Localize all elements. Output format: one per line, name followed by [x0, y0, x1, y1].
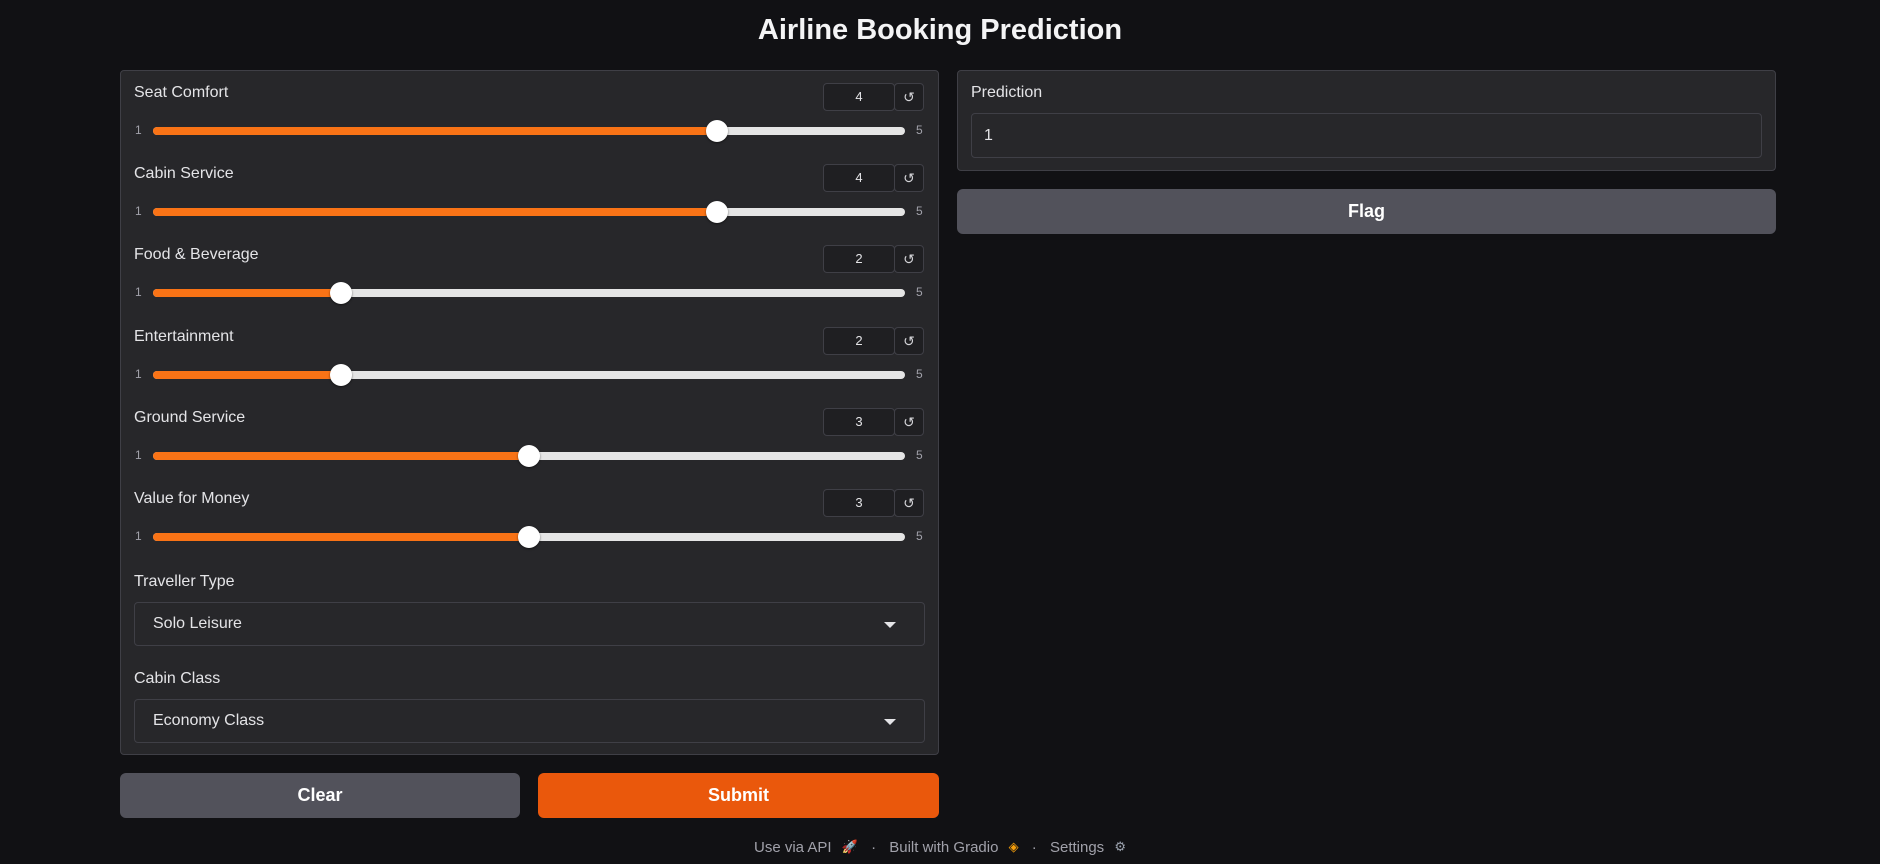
slider-number-input[interactable]: 3	[823, 408, 895, 436]
prediction-label: Prediction	[971, 84, 1043, 101]
slider-thumb[interactable]	[706, 201, 728, 223]
slider-food-beverage: Food & Beverage 2 ↺ 1 5	[121, 233, 938, 313]
slider-number-input[interactable]: 4	[823, 164, 895, 192]
flag-button[interactable]: Flag	[957, 189, 1776, 234]
dropdown-value: Economy Class	[153, 712, 265, 729]
slider-entertainment: Entertainment 2 ↺ 1 5	[121, 315, 938, 395]
slider-track[interactable]	[153, 445, 905, 467]
footer-separator: ·	[871, 838, 877, 856]
reset-icon[interactable]: ↺	[894, 489, 924, 517]
output-panel: Prediction 1	[957, 70, 1776, 171]
slider-ground-service: Ground Service 3 ↺ 1 5	[121, 396, 938, 476]
traveller-type-dropdown[interactable]: Solo Leisure	[134, 602, 925, 646]
use-via-api-link[interactable]: Use via API	[754, 839, 832, 856]
slider-track[interactable]	[153, 120, 905, 142]
slider-thumb[interactable]	[518, 526, 540, 548]
slider-fill	[153, 533, 529, 541]
prediction-output[interactable]: 1	[971, 113, 1762, 158]
clear-button[interactable]: Clear	[120, 773, 520, 818]
caret-down-icon	[884, 622, 896, 628]
page-title: Airline Booking Prediction	[757, 14, 1123, 46]
slider-fill	[153, 208, 717, 216]
slider-fill	[153, 127, 717, 135]
cabin-class-label: Cabin Class	[134, 670, 221, 687]
slider-label: Value for Money	[134, 490, 250, 507]
slider-min-label: 1	[135, 123, 142, 137]
slider-label: Seat Comfort	[134, 84, 229, 101]
reset-icon[interactable]: ↺	[894, 408, 924, 436]
cabin-class-dropdown[interactable]: Economy Class	[134, 699, 925, 743]
reset-icon[interactable]: ↺	[894, 327, 924, 355]
traveller-type-label: Traveller Type	[134, 573, 235, 590]
slider-number-input[interactable]: 4	[823, 83, 895, 111]
prediction-value: 1	[984, 127, 993, 144]
inputs-panel: Seat Comfort 4 ↺ 1 5 Cabin Service 4 ↺ 1…	[120, 70, 939, 755]
gear-icon: ⚙	[1114, 839, 1126, 855]
slider-label: Cabin Service	[134, 165, 234, 182]
slider-fill	[153, 289, 341, 297]
slider-label: Ground Service	[134, 409, 246, 426]
slider-fill	[153, 452, 529, 460]
slider-fill	[153, 371, 341, 379]
slider-max-label: 5	[916, 529, 923, 543]
slider-thumb[interactable]	[330, 282, 352, 304]
slider-min-label: 1	[135, 285, 142, 299]
slider-number-input[interactable]: 3	[823, 489, 895, 517]
slider-label: Food & Beverage	[134, 246, 259, 263]
slider-max-label: 5	[916, 285, 923, 299]
slider-max-label: 5	[916, 123, 923, 137]
slider-track[interactable]	[153, 526, 905, 548]
slider-cabin-service: Cabin Service 4 ↺ 1 5	[121, 152, 938, 232]
slider-max-label: 5	[916, 204, 923, 218]
footer-separator: ·	[1031, 838, 1037, 856]
slider-thumb[interactable]	[330, 364, 352, 386]
submit-button[interactable]: Submit	[538, 773, 939, 818]
slider-number-input[interactable]: 2	[823, 245, 895, 273]
slider-min-label: 1	[135, 367, 142, 381]
caret-down-icon	[884, 719, 896, 725]
rocket-icon: 🚀	[841, 839, 858, 855]
reset-icon[interactable]: ↺	[894, 83, 924, 111]
slider-seat-comfort: Seat Comfort 4 ↺ 1 5	[121, 71, 938, 151]
slider-min-label: 1	[135, 529, 142, 543]
slider-number-input[interactable]: 2	[823, 327, 895, 355]
settings-link[interactable]: Settings	[1050, 839, 1104, 856]
slider-label: Entertainment	[134, 328, 234, 345]
dropdown-value: Solo Leisure	[153, 615, 242, 632]
slider-track[interactable]	[153, 364, 905, 386]
reset-icon[interactable]: ↺	[894, 245, 924, 273]
gradio-logo-icon: ◈	[1008, 839, 1019, 855]
slider-track[interactable]	[153, 201, 905, 223]
built-with-gradio-link[interactable]: Built with Gradio	[889, 839, 998, 856]
reset-icon[interactable]: ↺	[894, 164, 924, 192]
slider-thumb[interactable]	[706, 120, 728, 142]
slider-min-label: 1	[135, 448, 142, 462]
slider-value-for-money: Value for Money 3 ↺ 1 5	[121, 477, 938, 557]
footer: Use via API 🚀 · Built with Gradio ◈ · Se…	[0, 838, 1880, 856]
slider-track[interactable]	[153, 282, 905, 304]
slider-min-label: 1	[135, 204, 142, 218]
slider-max-label: 5	[916, 367, 923, 381]
slider-max-label: 5	[916, 448, 923, 462]
slider-thumb[interactable]	[518, 445, 540, 467]
